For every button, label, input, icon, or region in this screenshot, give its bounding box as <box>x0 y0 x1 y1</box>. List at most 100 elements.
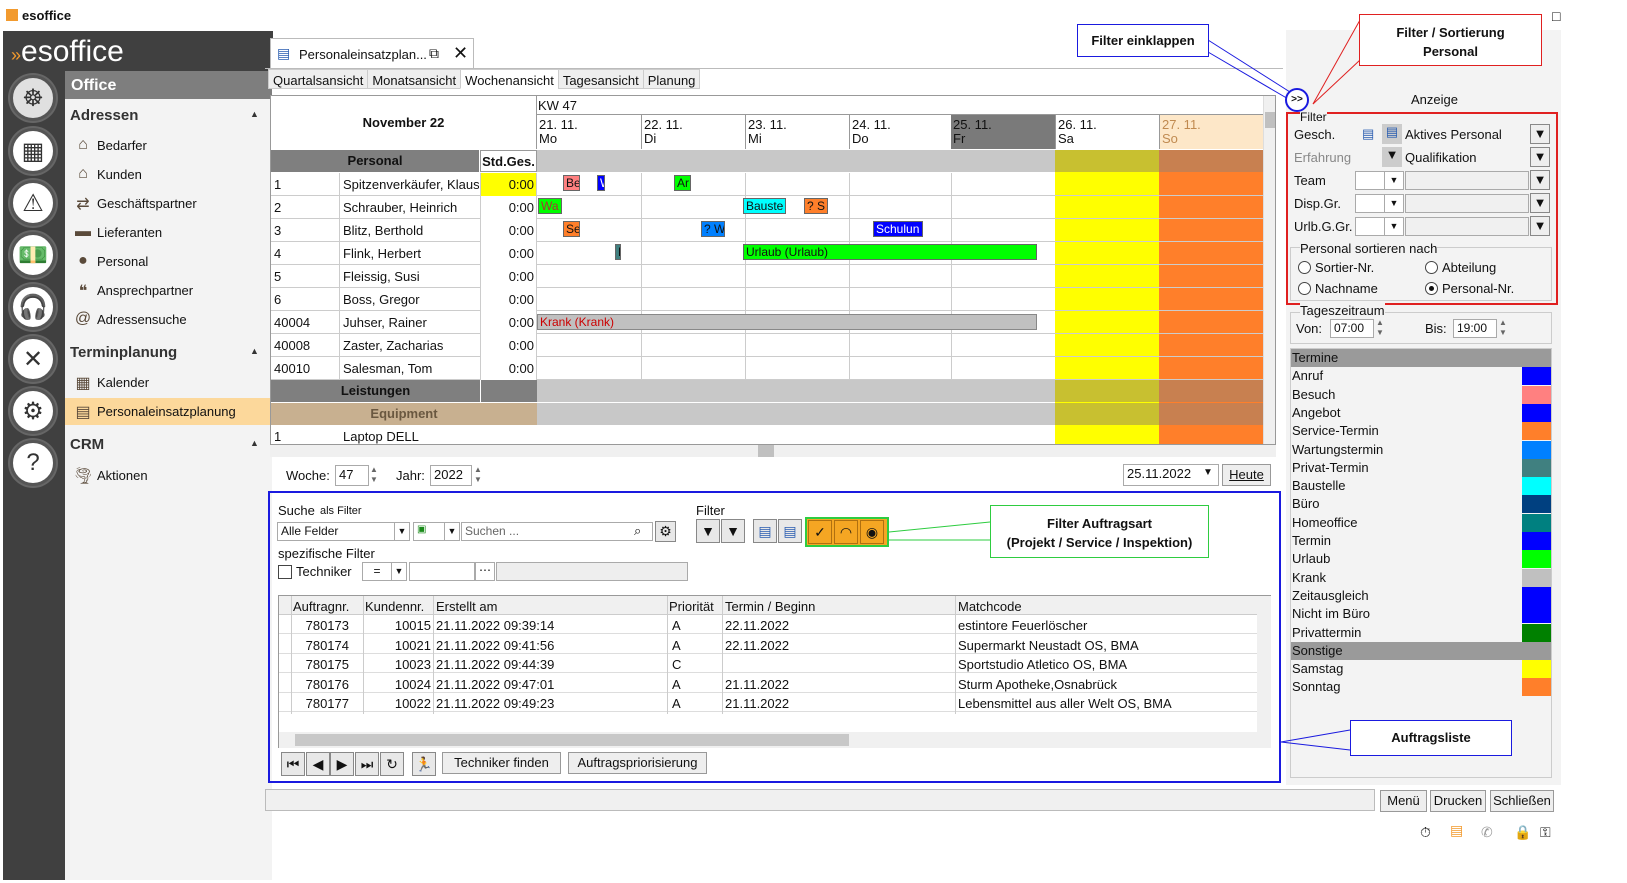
auftragspriorisierung-button[interactable]: Auftragspriorisierung <box>568 752 707 774</box>
row-name[interactable]: Salesman, Tom <box>343 361 479 376</box>
techniker-value-input[interactable] <box>409 562 475 581</box>
filter-funnel-icon[interactable]: ▼ <box>1530 170 1550 190</box>
row-name[interactable]: Zaster, Zacharias <box>343 338 479 353</box>
key-icon[interactable]: ⚿ <box>1540 824 1551 841</box>
von-spinner[interactable]: ▲ ▼ <box>1376 318 1384 338</box>
aktives-person-icon[interactable]: ▤ <box>1382 124 1402 144</box>
event-wartungstermin[interactable]: Wa <box>538 198 562 214</box>
nav-section-crm[interactable]: CRM ▲ <box>70 436 270 453</box>
event-service[interactable]: ? S <box>804 198 828 214</box>
excel-icon[interactable]: ▣ <box>413 522 445 541</box>
sort-sortiernr-radio[interactable] <box>1298 261 1311 274</box>
filter-funnel-icon[interactable]: ▼ <box>1530 124 1550 144</box>
sort-nachname-radio[interactable] <box>1298 282 1311 295</box>
service-headset-icon[interactable]: ◠ <box>834 520 858 544</box>
event-krank[interactable]: Krank (Krank) <box>537 314 1037 330</box>
nav-item-aktionen[interactable]: 🌪 Aktionen <box>65 462 272 489</box>
ellipsis-button[interactable]: ⋯ <box>475 562 495 581</box>
filter-funnel-icon[interactable]: ▼ <box>1530 216 1550 236</box>
day-header-di[interactable]: 22. 11. Di <box>641 115 745 149</box>
filter-edit-icon[interactable]: ▼ <box>721 519 745 543</box>
nav-item-geschaeftspartner[interactable]: ⇄ Geschäftspartner <box>65 190 272 217</box>
day-header-fr[interactable]: 25. 11. Fr <box>951 115 1055 149</box>
urlbggr-select[interactable] <box>1355 217 1385 236</box>
legend-item[interactable]: Besuch <box>1290 385 1552 404</box>
filter-funnel-icon[interactable]: ▼ <box>696 519 720 543</box>
tab-tagesansicht[interactable]: Tagesansicht <box>557 69 644 89</box>
schliessen-button[interactable]: Schließen <box>1490 790 1554 812</box>
nav-item-lieferanten[interactable]: ▬ Lieferanten <box>65 219 272 246</box>
col-erstellt[interactable]: Erstellt am <box>436 599 497 614</box>
grid-vertical-scrollbar[interactable] <box>1263 96 1275 444</box>
nav-item-personaleinsatzplanung[interactable]: ▤ Personaleinsatzplanung <box>65 398 272 425</box>
bis-spinner[interactable]: ▲ ▼ <box>1499 318 1507 338</box>
scroll-thumb[interactable] <box>1265 112 1275 128</box>
row-name[interactable]: Boss, Gregor <box>343 292 479 307</box>
event-privat[interactable]: F <box>615 244 621 260</box>
tools-icon[interactable]: ✕ <box>10 336 56 382</box>
legend-item[interactable]: Zeitausgleich <box>1290 586 1552 605</box>
nav-item-kunden[interactable]: ⌂ Kunden <box>65 161 272 188</box>
legend-item[interactable]: Büro <box>1290 495 1552 514</box>
event-besuch[interactable]: Be <box>563 175 580 191</box>
day-header-mo[interactable]: 21. 11. Mo <box>537 115 641 149</box>
legend-item[interactable]: Homeoffice <box>1290 513 1552 532</box>
event-urlaub[interactable]: Urlaub (Urlaub) <box>743 244 1037 260</box>
legend-item[interactable]: Nicht im Büro <box>1290 605 1552 624</box>
document-tab[interactable]: ▤ Personaleinsatzplan... ⧉ ✕ <box>270 38 474 68</box>
tab-wochenansicht[interactable]: Wochenansicht <box>460 69 559 89</box>
group-filter-icon[interactable]: ▤ <box>778 519 802 543</box>
chevron-down-icon[interactable]: ▼ <box>1384 217 1404 236</box>
nav-section-terminplanung[interactable]: Terminplanung ▲ <box>70 344 270 361</box>
nav-item-kalender[interactable]: ▦ Kalender <box>65 369 272 396</box>
legend-item[interactable]: Privat-Termin <box>1290 458 1552 477</box>
money-icon[interactable]: 💵 <box>10 232 56 278</box>
stopwatch-icon[interactable]: ⏱ <box>1420 824 1431 841</box>
menu-button[interactable]: Menü <box>1380 790 1427 812</box>
settings-gear-icon[interactable]: ⚙ <box>655 521 676 542</box>
gears-icon[interactable]: ⚙ <box>10 388 56 434</box>
event-baustelle[interactable]: Bauste <box>743 198 786 214</box>
help-icon[interactable]: ? <box>10 440 56 486</box>
prev-page-icon[interactable]: ◀ <box>306 752 330 776</box>
drucken-button[interactable]: Drucken <box>1430 790 1486 812</box>
day-header-so[interactable]: 27. 11. So <box>1159 115 1263 149</box>
heute-button[interactable]: Heute <box>1222 464 1271 486</box>
tab-quartalsansicht[interactable]: Quartalsansicht <box>268 69 369 89</box>
legend-item[interactable]: Angebot <box>1290 403 1552 422</box>
row-name[interactable]: Schrauber, Heinrich <box>343 200 479 215</box>
person-filter-icon[interactable]: ▤ <box>753 519 777 543</box>
nav-item-adressensuche[interactable]: @ Adressensuche <box>65 306 272 333</box>
alarm-light-icon[interactable]: ⚠ <box>10 180 56 226</box>
day-header-mi[interactable]: 23. 11. Mi <box>745 115 849 149</box>
chevron-down-icon[interactable]: ▼ <box>1384 194 1404 213</box>
bis-input[interactable]: 19:00 <box>1453 319 1497 338</box>
close-icon[interactable]: ✕ <box>453 43 468 64</box>
staff-tray-icon[interactable]: ▤ <box>1450 822 1463 839</box>
legend-item[interactable]: Urlaub <box>1290 550 1552 569</box>
projekt-check-icon[interactable]: ✓ <box>808 520 832 544</box>
col-termin[interactable]: Termin / Beginn <box>725 599 815 614</box>
legend-item[interactable]: Termin <box>1290 532 1552 550</box>
refresh-icon[interactable]: ↻ <box>380 752 404 776</box>
col-kundennr[interactable]: Kundennr. <box>365 599 424 614</box>
event-wartung[interactable]: W <box>597 175 605 191</box>
lock-icon[interactable]: 🔒 <box>1514 824 1531 841</box>
office-wheel-icon[interactable]: ☸ <box>10 75 56 121</box>
row-name[interactable]: Juhser, Rainer <box>343 315 479 330</box>
headset-icon[interactable]: 🎧 <box>10 284 56 330</box>
gesch-person-icon[interactable]: ▤ <box>1362 126 1374 142</box>
event-wartung-2[interactable]: ? W <box>701 221 725 237</box>
nav-section-adressen[interactable]: Adressen ▲ <box>70 107 270 124</box>
tab-monatsansicht[interactable]: Monatsansicht <box>367 69 462 89</box>
legend-item[interactable]: Samstag <box>1290 660 1552 679</box>
popout-icon[interactable]: ⧉ <box>429 45 439 62</box>
day-header-do[interactable]: 24. 11. Do <box>849 115 951 149</box>
sort-abteilung-radio[interactable] <box>1425 261 1438 274</box>
legend-item[interactable]: Termine <box>1290 349 1552 367</box>
col-prioritaet[interactable]: Priorität <box>669 599 714 614</box>
techniker-checkbox[interactable] <box>278 565 292 579</box>
search-input[interactable]: Suchen ... <box>461 522 653 541</box>
row-name[interactable]: Flink, Herbert <box>343 246 479 261</box>
collapse-filter-button[interactable]: >> <box>1285 88 1309 112</box>
